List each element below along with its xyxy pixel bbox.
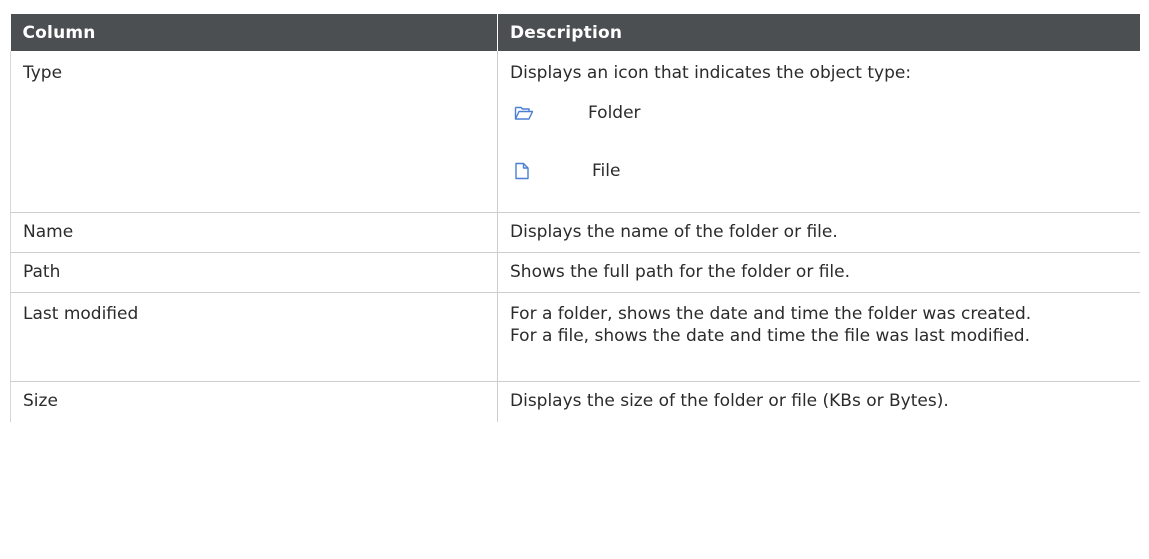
- row-modified-description-cell: For a folder, shows the date and time th…: [497, 292, 1140, 382]
- folder-icon: [514, 101, 544, 125]
- row-size-description: Displays the size of the folder or file …: [510, 391, 949, 411]
- folder-label: Folder: [588, 103, 641, 123]
- file-icon-entry: File: [510, 156, 1130, 186]
- table-row: Last modified For a folder, shows the da…: [10, 292, 1140, 382]
- row-modified-description-file: For a file, shows the date and time the …: [510, 326, 1031, 346]
- header-description: Description: [497, 14, 1140, 51]
- row-size-column: Size: [10, 381, 498, 422]
- row-modified-description-folder: For a folder, shows the date and time th…: [510, 304, 1032, 324]
- row-path-column: Path: [10, 252, 498, 293]
- row-name-description: Displays the name of the folder or file.: [497, 212, 1140, 253]
- row-type-description: Displays an icon that indicates the obje…: [510, 63, 912, 83]
- row-type-description-cell: Displays an icon that indicates the obje…: [497, 51, 1140, 213]
- column-description-table: Column Description Type Displays an icon…: [10, 14, 1140, 422]
- header-column: Column: [10, 14, 498, 51]
- file-icon: [514, 159, 544, 183]
- table-row: Name Displays the name of the folder or …: [10, 212, 1140, 253]
- table-row: Type Displays an icon that indicates the…: [10, 51, 1140, 213]
- row-modified-column: Last modified: [10, 292, 498, 382]
- file-label: File: [592, 161, 621, 181]
- folder-icon-entry: Folder: [510, 98, 1130, 128]
- row-path-description: Shows the full path for the folder or fi…: [497, 252, 1140, 293]
- table-row: Size Displays the size of the folder or …: [10, 381, 1140, 422]
- row-type-column: Type: [10, 51, 498, 213]
- table-row: Path Shows the full path for the folder …: [10, 252, 1140, 293]
- table-header-row: Column Description: [10, 14, 1140, 51]
- row-name-column: Name: [10, 212, 498, 253]
